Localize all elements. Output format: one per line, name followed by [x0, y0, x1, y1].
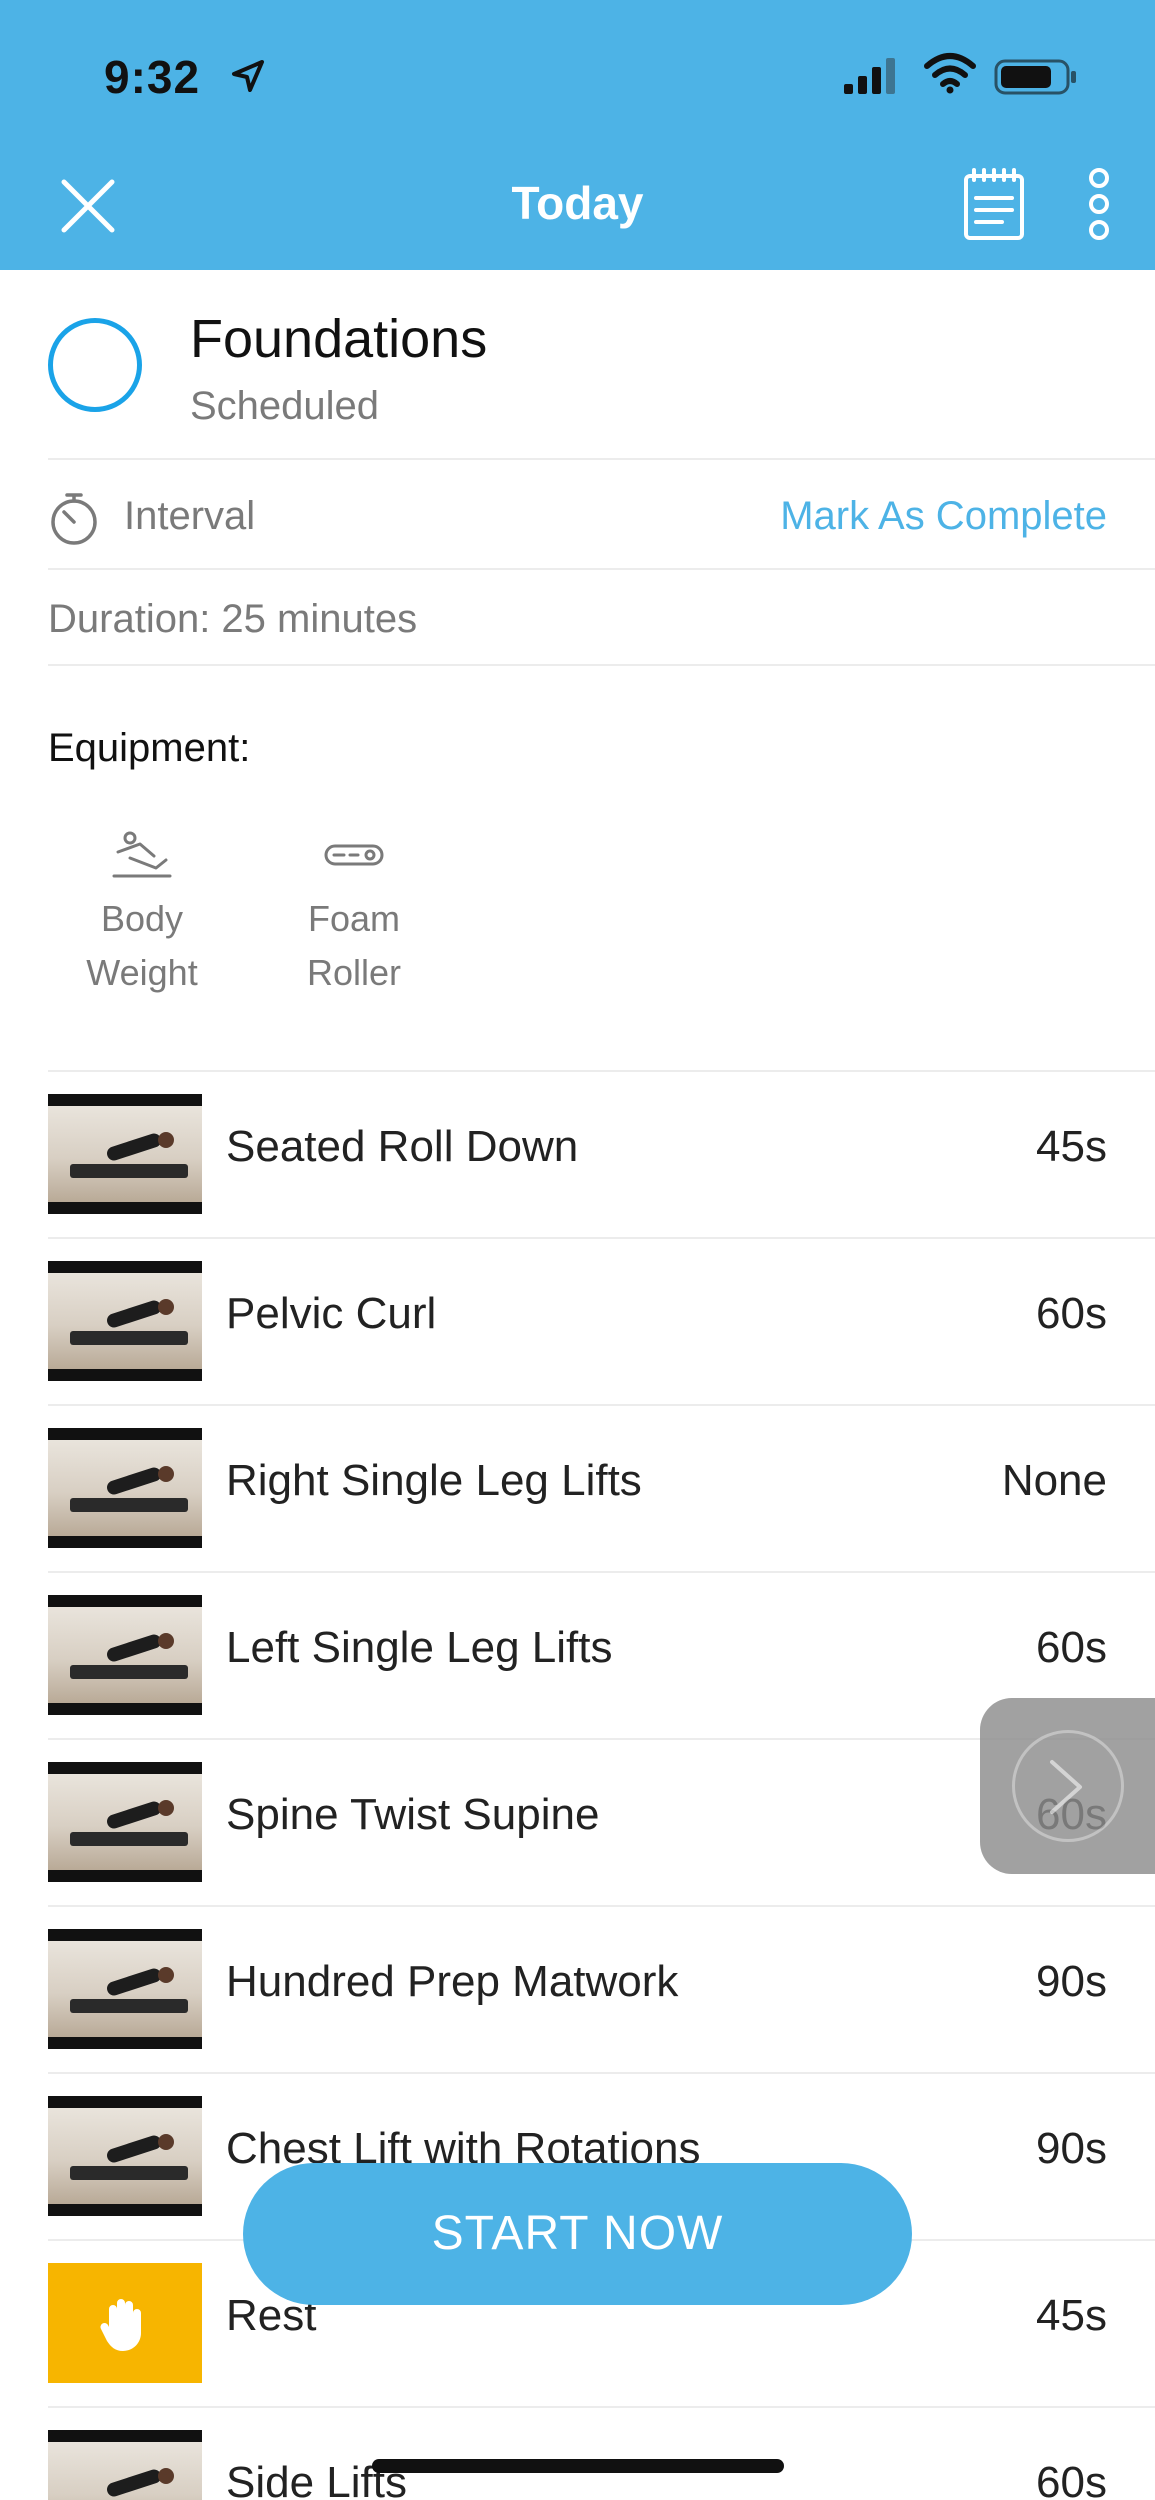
mark-complete-link[interactable]: Mark As Complete	[780, 494, 1107, 539]
divider	[48, 1905, 1155, 1907]
exercise-duration: 90s	[1036, 2124, 1107, 2173]
wifi-icon	[924, 53, 976, 94]
cellular-signal-icon	[844, 58, 895, 94]
divider	[48, 2406, 1155, 2408]
exercise-row[interactable]: Hundred Prep Matwork 90s	[0, 1905, 1155, 2072]
exercise-row[interactable]: Side Lifts 60s	[0, 2406, 1155, 2500]
more-options-icon[interactable]	[1082, 166, 1116, 242]
divider	[48, 1237, 1155, 1239]
exercise-thumbnail	[48, 1094, 202, 1214]
equipment-item: Body Weight	[52, 830, 232, 1000]
divider	[48, 664, 1155, 666]
exercise-thumbnail	[48, 1762, 202, 1882]
equipment-label: Foam Roller	[306, 898, 402, 993]
exercise-duration: None	[1001, 1456, 1107, 1505]
rest-thumbnail	[48, 2263, 202, 2383]
chevron-right-icon	[1050, 1760, 1082, 1814]
divider	[48, 1571, 1155, 1573]
exercise-duration: 60s	[1036, 1289, 1107, 1338]
exercise-thumbnail	[48, 2430, 202, 2500]
exercise-duration: 90s	[1036, 1957, 1107, 2006]
workout-name: Foundations	[190, 309, 488, 369]
battery-icon	[994, 59, 1076, 95]
equipment-item: Foam Roller	[264, 830, 444, 1000]
exercise-name: Seated Roll Down	[226, 1122, 579, 1171]
stopwatch-icon	[51, 493, 97, 545]
hand-icon	[100, 2299, 141, 2351]
body-weight-icon	[112, 831, 172, 878]
divider	[48, 1404, 1155, 1406]
exercise-row[interactable]: Right Single Leg Lifts None	[0, 1404, 1155, 1571]
divider	[48, 568, 1155, 570]
divider	[48, 2072, 1155, 2074]
equipment-label: Body Weight	[86, 898, 198, 993]
equipment-heading: Equipment:	[48, 726, 251, 770]
exercise-duration: 60s	[1036, 1623, 1107, 1672]
exercise-thumbnail	[48, 1929, 202, 2049]
exercise-row[interactable]: Left Single Leg Lifts 60s	[0, 1571, 1155, 1738]
top-bar: 9:32 Today	[0, 0, 1155, 270]
exercise-duration: 60s	[1036, 2458, 1107, 2500]
exercise-name: Pelvic Curl	[226, 1289, 437, 1338]
exercise-name: Spine Twist Supine	[226, 1790, 600, 1839]
workout-type: Interval	[124, 494, 256, 538]
exercise-name: Left Single Leg Lifts	[226, 1623, 613, 1672]
divider	[48, 458, 1155, 460]
exercise-duration: 45s	[1036, 1122, 1107, 1171]
exercise-duration: 45s	[1036, 2291, 1107, 2340]
exercise-thumbnail	[48, 2096, 202, 2216]
status-time: 9:32	[104, 51, 201, 103]
exercise-name: Hundred Prep Matwork	[226, 1957, 679, 2006]
exercise-thumbnail	[48, 1595, 202, 1715]
divider	[48, 1070, 1155, 1072]
workout-duration: Duration: 25 minutes	[48, 597, 418, 641]
exercise-row[interactable]: Seated Roll Down 45s	[0, 1070, 1155, 1237]
notes-icon[interactable]	[962, 166, 1026, 242]
start-now-button[interactable]: START NOW	[243, 2163, 912, 2305]
exercise-name: Right Single Leg Lifts	[226, 1456, 642, 1505]
exercise-row[interactable]: Pelvic Curl 60s	[0, 1237, 1155, 1404]
home-indicator	[372, 2459, 784, 2473]
exercise-thumbnail	[48, 1261, 202, 1381]
workout-status: Scheduled	[190, 384, 380, 428]
location-arrow-icon	[232, 60, 264, 92]
exercise-thumbnail	[48, 1428, 202, 1548]
completion-circle[interactable]	[48, 318, 142, 412]
next-button[interactable]	[980, 1698, 1155, 1874]
foam-roller-icon	[324, 844, 384, 866]
